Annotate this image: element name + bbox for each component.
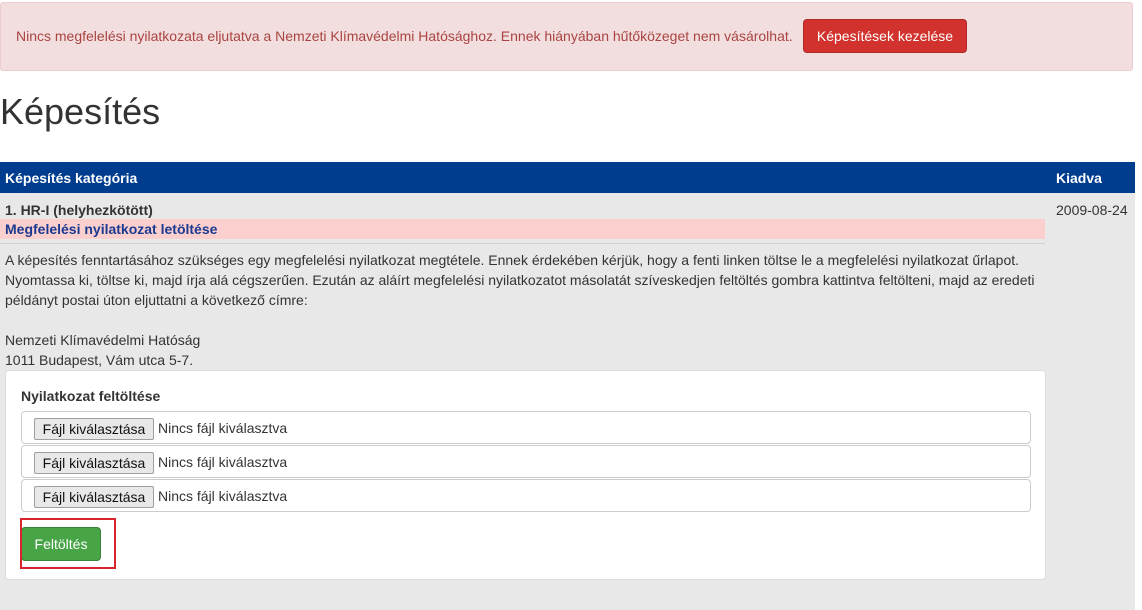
address-line: Nemzeti Klímavédelmi Hatóság	[5, 332, 201, 348]
file-input-2[interactable]: Fájl kiválasztása Nincs fájl kiválasztva	[21, 445, 1031, 478]
choose-file-button[interactable]: Fájl kiválasztása	[34, 452, 154, 474]
download-row: Megfelelési nyilatkozat letöltése	[0, 219, 1045, 239]
file-input-3[interactable]: Fájl kiválasztása Nincs fájl kiválasztva	[21, 479, 1031, 512]
alert-message: Nincs megfelelési nyilatkozata eljutatva…	[16, 28, 793, 44]
manage-qualifications-button[interactable]: Képesítések kezelése	[803, 19, 967, 53]
qualification-category: 1. HR-I (helyhezkötött)	[5, 202, 153, 218]
column-header-issued: Kiadva	[1056, 170, 1102, 186]
choose-file-button[interactable]: Fájl kiválasztása	[34, 486, 154, 508]
description: A képesítés fenntartásához szükséges egy…	[5, 250, 1045, 310]
choose-file-button[interactable]: Fájl kiválasztása	[34, 418, 154, 440]
postal-address: Nemzeti Klímavédelmi Hatóság 1011 Budape…	[5, 330, 200, 370]
address-line: 1011 Budapest, Vám utca 5-7.	[5, 352, 194, 368]
upload-submit-button[interactable]: Feltöltés	[21, 527, 101, 561]
file-status: Nincs fájl kiválasztva	[158, 454, 288, 470]
divider	[0, 243, 1045, 244]
table-header: Képesítés kategória Kiadva	[0, 162, 1135, 193]
column-header-category: Képesítés kategória	[5, 170, 138, 186]
upload-panel: Nyilatkozat feltöltése Fájl kiválasztása…	[5, 370, 1046, 580]
file-input-1[interactable]: Fájl kiválasztása Nincs fájl kiválasztva	[21, 411, 1031, 444]
issued-date: 2009-08-24	[1056, 202, 1128, 218]
page-title: Képesítés	[0, 91, 161, 132]
download-declaration-link[interactable]: Megfelelési nyilatkozat letöltése	[5, 221, 217, 237]
file-status: Nincs fájl kiválasztva	[158, 488, 288, 504]
table-row: 1. HR-I (helyhezkötött) 2009-08-24 Megfe…	[0, 193, 1135, 610]
warning-alert: Nincs megfelelési nyilatkozata eljutatva…	[0, 2, 1133, 71]
file-status: Nincs fájl kiválasztva	[158, 420, 288, 436]
description-text: A képesítés fenntartásához szükséges egy…	[5, 252, 1035, 308]
upload-panel-title: Nyilatkozat feltöltése	[21, 388, 161, 404]
